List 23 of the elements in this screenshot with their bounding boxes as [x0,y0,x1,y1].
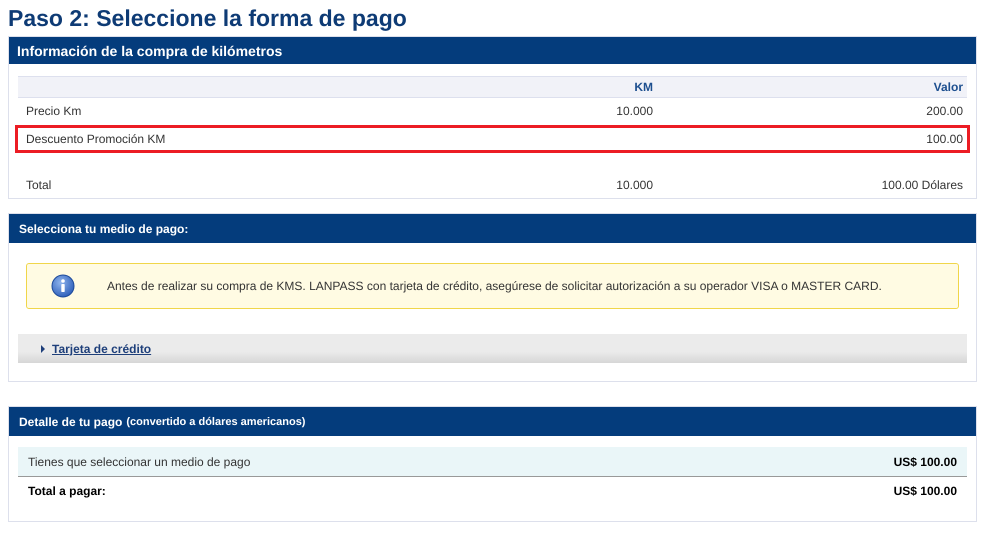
table-cell-text: 10.000 [615,178,653,192]
panel-title: Información de la compra de kilómetros [17,42,282,58]
table-cell-text: 100.00 Dólares [880,178,963,192]
table-cell: 10.000 [616,104,653,118]
panel-title-note: (convertido a dólares americanos) [126,416,306,428]
notice-text: Antes de realizar su compra de KMS. LANPASS con tarjeta de crédito, asegúrese de solicitar autorización a su operador VISA o MASTER CARD. [107,279,882,293]
detail-label: Tienes que seleccionar un medio de pago [28,454,250,468]
info-icon [51,274,75,298]
table-cell-text: 100.00 [925,132,963,146]
panel-title: Detalle de tu pago [19,414,122,428]
table-cell-text: 200.00 [925,104,963,118]
panel-title: Selecciona tu medio de pago: [19,222,188,236]
accordion-link[interactable]: Tarjeta de crédito [52,342,152,356]
table-cell-text: Precio Km [26,104,82,118]
page-title: Paso 2: Seleccione la forma de pago [8,4,408,32]
total-label: Total a pagar: [28,484,106,498]
total-amount: US$ 100.00 [894,484,957,498]
detail-amount: US$ 100.00 [894,454,957,468]
column-header: KM [633,80,653,94]
table-cell-text: Descuento Promoción KM [26,132,166,146]
accordion-header[interactable]: Tarjeta de crédito [18,334,967,363]
column-header: Valor [932,80,963,94]
table-cell-text: Total [26,178,52,192]
